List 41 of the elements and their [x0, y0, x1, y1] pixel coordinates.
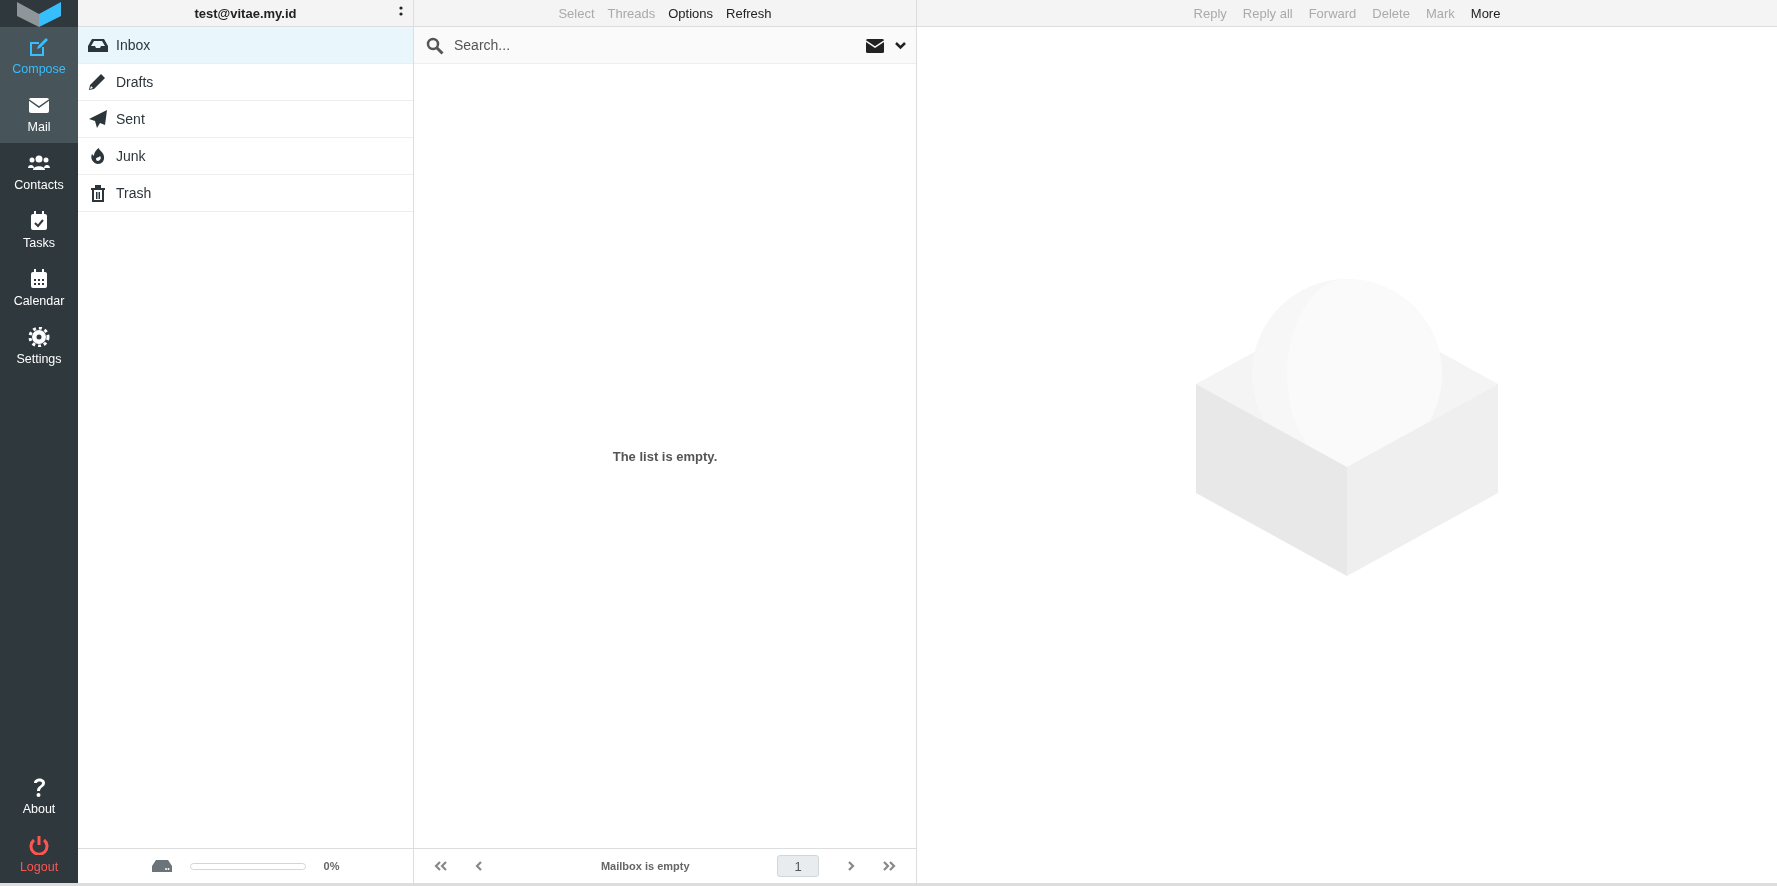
- next-page-icon[interactable]: [846, 861, 855, 871]
- toolbar-button[interactable]: Options: [668, 5, 714, 21]
- folder-item[interactable]: Inbox: [78, 27, 413, 64]
- toolbar-button[interactable]: More: [1470, 5, 1501, 21]
- page-number-field[interactable]: 1: [777, 855, 820, 877]
- last-page-icon[interactable]: [882, 861, 896, 871]
- envelope-icon[interactable]: [866, 39, 884, 53]
- pencil-icon: [88, 73, 108, 91]
- hard-drive-icon: [151, 860, 172, 872]
- folder-item[interactable]: Junk: [78, 138, 413, 175]
- more-vertical-icon[interactable]: [399, 6, 403, 16]
- pagination-status: Mailbox is empty: [600, 860, 690, 872]
- trash-icon: [88, 184, 108, 202]
- folder-item[interactable]: Drafts: [78, 64, 413, 101]
- folder-item[interactable]: Trash: [78, 175, 413, 212]
- inbox-tray-icon: [88, 36, 108, 54]
- power-icon: [28, 834, 50, 855]
- folder-item[interactable]: Sent: [78, 101, 413, 138]
- cube-logo-icon: [15, 2, 63, 27]
- nav-item[interactable]: Contacts: [0, 143, 78, 201]
- toolbar-button[interactable]: Refresh: [726, 5, 772, 21]
- quota-reading: 0%: [323, 860, 340, 872]
- nav-item[interactable]: Logout: [0, 825, 78, 883]
- nav-item[interactable]: Mail: [0, 85, 78, 143]
- calendar-icon: [28, 268, 50, 289]
- nav-item[interactable]: Calendar: [0, 259, 78, 317]
- empty-list-message: The list is empty.: [612, 448, 718, 464]
- previous-page-icon[interactable]: [475, 861, 484, 871]
- search-icon: [426, 37, 444, 55]
- calendar-check-icon: [28, 210, 50, 231]
- edit-icon: [28, 36, 50, 57]
- nav-item[interactable]: Settings: [0, 317, 78, 375]
- nav-item[interactable]: Tasks: [0, 201, 78, 259]
- paper-plane-icon: [88, 110, 108, 128]
- account-email: test@vitae.my.id: [194, 5, 297, 21]
- settings-icon: [28, 326, 50, 347]
- nav-item[interactable]: About: [0, 767, 78, 825]
- first-page-icon[interactable]: [434, 861, 448, 871]
- chevron-down-icon[interactable]: [895, 42, 906, 50]
- compose-button[interactable]: Compose: [0, 27, 78, 85]
- search-field[interactable]: Search...: [414, 27, 916, 64]
